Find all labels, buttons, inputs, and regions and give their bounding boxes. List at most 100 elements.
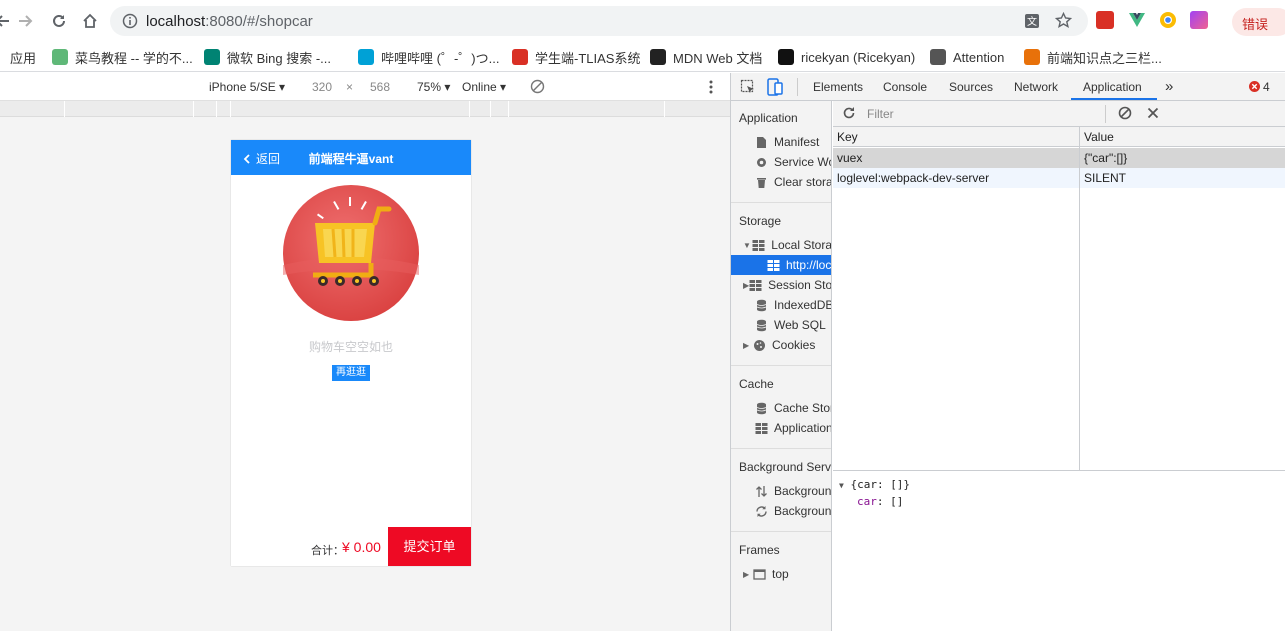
- expand-triangle-icon[interactable]: ▼: [839, 481, 844, 490]
- storage-view: Filter Key Value vuex {"car":[]} logleve…: [833, 101, 1285, 631]
- column-value[interactable]: Value: [1084, 130, 1114, 144]
- go-shopping-button[interactable]: 再逛逛: [332, 365, 370, 381]
- address-bar[interactable]: localhost:8080/#/shopcar 文: [110, 6, 1088, 36]
- bookmark-label: 学生端-TLIAS系统: [535, 50, 641, 66]
- bookmark-item[interactable]: 菜鸟教程 -- 学的不...: [52, 47, 193, 67]
- rotate-icon[interactable]: [530, 79, 545, 94]
- globe-icon: [930, 49, 946, 65]
- table-row[interactable]: loglevel:webpack-dev-server SILENT: [833, 168, 1285, 188]
- preview-root[interactable]: ▼ {car: []}: [839, 477, 910, 494]
- sidebar-item[interactable]: Web SQL: [731, 315, 831, 335]
- forward-icon[interactable]: [14, 10, 36, 32]
- bookmark-item[interactable]: ricekyan (Ricekyan): [778, 47, 915, 67]
- bookmark-star-icon[interactable]: [1055, 12, 1072, 29]
- sidebar-item[interactable]: ▶ Cookies: [731, 335, 831, 355]
- bookmark-item[interactable]: 微软 Bing 搜索 -...: [204, 47, 331, 67]
- error-circle-icon[interactable]: [1249, 81, 1260, 92]
- bookmark-item[interactable]: 学生端-TLIAS系统: [512, 47, 640, 67]
- filter-bar: Filter: [833, 101, 1285, 127]
- empty-cart-text: 购物车空空如也: [308, 340, 393, 354]
- vue-devtools-icon[interactable]: [1128, 11, 1146, 29]
- cookie-icon: [753, 339, 766, 352]
- cache-storage-database-icon: [755, 402, 768, 415]
- media-query-ruler[interactable]: [0, 101, 730, 117]
- svg-text:文: 文: [1027, 15, 1037, 28]
- collapse-triangle-icon[interactable]: ▶: [743, 570, 753, 579]
- table-header: Key Value: [833, 127, 1285, 147]
- delete-selected-icon[interactable]: [1147, 107, 1159, 119]
- preview-root-text: {car: []}: [850, 478, 911, 491]
- table-row[interactable]: vuex {"car":[]}: [833, 148, 1285, 168]
- sidebar-item[interactable]: http://loc: [731, 255, 831, 275]
- sidebar-item[interactable]: ▼ Local Stora: [731, 235, 831, 255]
- bookmarks-bar: 应用 菜鸟教程 -- 学的不... 微软 Bing 搜索 -... 哔哩哔哩 (゜-゜…: [0, 42, 1285, 72]
- more-options-icon[interactable]: [708, 79, 714, 95]
- device-toggle-icon[interactable]: [767, 78, 783, 96]
- preview-divider[interactable]: [833, 470, 1285, 471]
- preview-child: car: []: [839, 494, 910, 510]
- inspect-element-icon[interactable]: [740, 79, 756, 95]
- bookmark-item[interactable]: MDN Web 文档: [650, 47, 762, 67]
- chrome-extension-icon[interactable]: [1159, 11, 1177, 29]
- height-field[interactable]: 568: [370, 80, 390, 94]
- row-value: {"car":[]}: [1084, 151, 1128, 165]
- tab-application[interactable]: Application: [1083, 80, 1142, 94]
- sidebar-item-label: Clear stora: [774, 175, 832, 189]
- nav-back-button[interactable]: 返回: [243, 150, 280, 167]
- submit-bar: 合计： ¥ 0.00 提交订单: [231, 527, 471, 566]
- more-tabs-icon[interactable]: »: [1165, 78, 1173, 95]
- bookmark-label: 菜鸟教程 -- 学的不...: [75, 50, 193, 66]
- reload-icon[interactable]: [48, 10, 70, 32]
- back-icon[interactable]: [0, 10, 14, 32]
- tab-console[interactable]: Console: [883, 80, 927, 94]
- background-sync-icon: [755, 505, 768, 518]
- sidebar-item[interactable]: Clear stora: [731, 172, 832, 192]
- sidebar-item[interactable]: Background: [731, 501, 831, 521]
- section-frames: Frames: [739, 543, 780, 557]
- value-preview: ▼ {car: []} car: []: [839, 477, 910, 510]
- network-select[interactable]: Online ▾: [462, 80, 506, 94]
- sidebar-item[interactable]: Manifest: [731, 132, 831, 152]
- empty-cart-illustration: [283, 185, 419, 321]
- collapse-triangle-icon[interactable]: ▶: [743, 341, 753, 350]
- section-cache: Cache: [739, 377, 774, 391]
- translate-icon[interactable]: 文: [1024, 13, 1040, 29]
- submit-order-button[interactable]: 提交订单: [388, 527, 471, 566]
- device-select[interactable]: iPhone 5/SE ▾: [209, 80, 285, 94]
- zoom-select[interactable]: 75% ▾: [417, 80, 450, 94]
- sidebar-item[interactable]: Background: [731, 481, 831, 501]
- total-label: 合计：: [311, 545, 344, 557]
- bookmark-item[interactable]: 应用: [10, 47, 36, 67]
- width-field[interactable]: 320: [312, 80, 332, 94]
- column-key[interactable]: Key: [837, 130, 858, 144]
- sidebar-item[interactable]: ▶ Session Sto: [731, 275, 831, 295]
- home-icon[interactable]: [79, 10, 101, 32]
- sidebar-item[interactable]: ▶ top: [731, 564, 831, 584]
- filter-input[interactable]: Filter: [863, 105, 1101, 123]
- url-text: localhost:8080/#/shopcar: [146, 13, 313, 30]
- sidebar-item-label: IndexedDB: [774, 298, 832, 312]
- bookmark-label: ricekyan (Ricekyan): [801, 49, 916, 65]
- background-fetch-arrows-icon: [755, 485, 768, 498]
- devtools-panel: Elements Console Sources Network Applica…: [730, 73, 1285, 631]
- profile-error-pill[interactable]: 错误: [1232, 8, 1285, 36]
- bookmark-item[interactable]: 前端知识点之三栏...: [1024, 47, 1162, 67]
- tab-network[interactable]: Network: [1014, 80, 1058, 94]
- sidebar-item[interactable]: Service Wo: [731, 152, 831, 172]
- bookmark-item[interactable]: 哔哩哔哩 (゜-゜)つ...: [358, 47, 499, 67]
- tab-elements[interactable]: Elements: [813, 80, 863, 94]
- feeder-extension-icon[interactable]: [1096, 11, 1114, 29]
- sidebar-item[interactable]: Application: [731, 418, 831, 438]
- bookmark-label: 微软 Bing 搜索 -...: [227, 50, 332, 66]
- sidebar-item[interactable]: Cache Stor: [731, 398, 831, 418]
- colorful-extension-icon[interactable]: [1190, 11, 1208, 29]
- tab-sources[interactable]: Sources: [949, 80, 993, 94]
- sidebar-item[interactable]: IndexedDB: [731, 295, 832, 315]
- app-cache-grid-icon: [755, 422, 768, 435]
- column-divider[interactable]: [1079, 127, 1080, 470]
- bookmark-item[interactable]: Attention: [930, 47, 1004, 67]
- expand-triangle-icon[interactable]: ▼: [743, 241, 752, 250]
- refresh-icon[interactable]: [842, 106, 856, 120]
- clear-all-icon[interactable]: [1118, 106, 1132, 120]
- info-icon[interactable]: [122, 13, 138, 29]
